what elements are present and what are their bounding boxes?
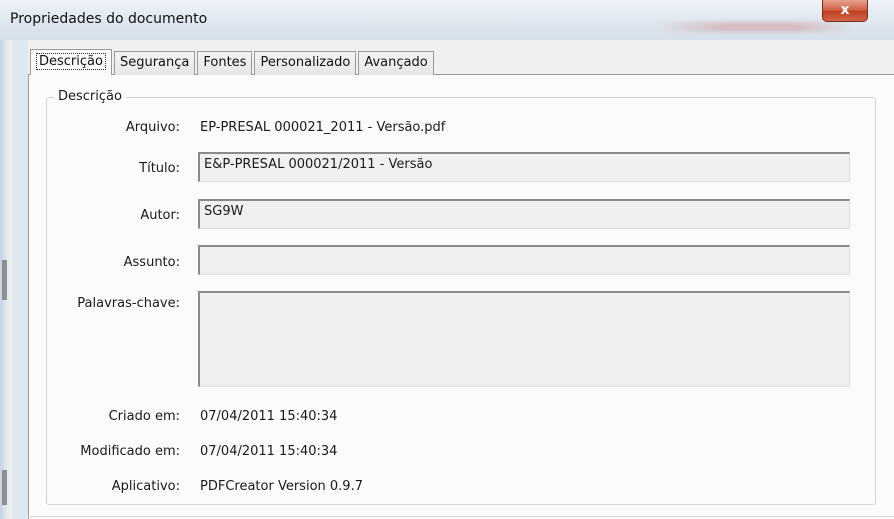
tab-bar: Descrição Segurança Fontes Personalizado… — [30, 49, 436, 75]
modificado-label: Modificado em: — [80, 444, 180, 459]
groupbox-title: Descrição — [54, 89, 126, 104]
aplicativo-label: Aplicativo: — [111, 479, 180, 494]
background-window-edge — [0, 0, 12, 519]
modificado-value: 07/04/2011 15:40:34 — [200, 444, 338, 459]
titulo-label: Título: — [139, 161, 180, 176]
background-artifact — [2, 470, 7, 505]
arquivo-value: EP-PRESAL 000021_2011 - Versão.pdf — [200, 120, 446, 135]
autor-field[interactable]: SG9W — [198, 199, 850, 229]
title-bar-glass-reflection — [655, 22, 855, 32]
tab-personalizado[interactable]: Personalizado — [254, 51, 357, 75]
autor-label: Autor: — [140, 208, 180, 223]
window-title: Propriedades do documento — [10, 11, 208, 27]
palavras-chave-label: Palavras-chave: — [77, 296, 180, 311]
assunto-label: Assunto: — [123, 255, 180, 270]
close-button[interactable]: x — [822, 0, 868, 22]
tab-label: Descrição — [36, 53, 106, 70]
arquivo-label: Arquivo: — [125, 120, 180, 135]
background-artifact — [2, 260, 7, 300]
titulo-field[interactable]: E&P-PRESAL 000021/2011 - Versão — [198, 152, 850, 182]
tab-seguranca[interactable]: Segurança — [113, 51, 196, 75]
tab-descricao[interactable]: Descrição — [30, 49, 112, 75]
palavras-chave-field[interactable] — [198, 291, 850, 387]
title-bar[interactable]: Propriedades do documento x — [0, 0, 894, 40]
bottom-divider — [28, 516, 894, 517]
criado-value: 07/04/2011 15:40:34 — [200, 409, 338, 424]
tab-fontes[interactable]: Fontes — [197, 51, 253, 75]
criado-label: Criado em: — [108, 409, 180, 424]
aplicativo-value: PDFCreator Version 0.9.7 — [200, 479, 363, 494]
tab-avancado[interactable]: Avançado — [358, 51, 434, 75]
assunto-field[interactable] — [198, 245, 850, 275]
